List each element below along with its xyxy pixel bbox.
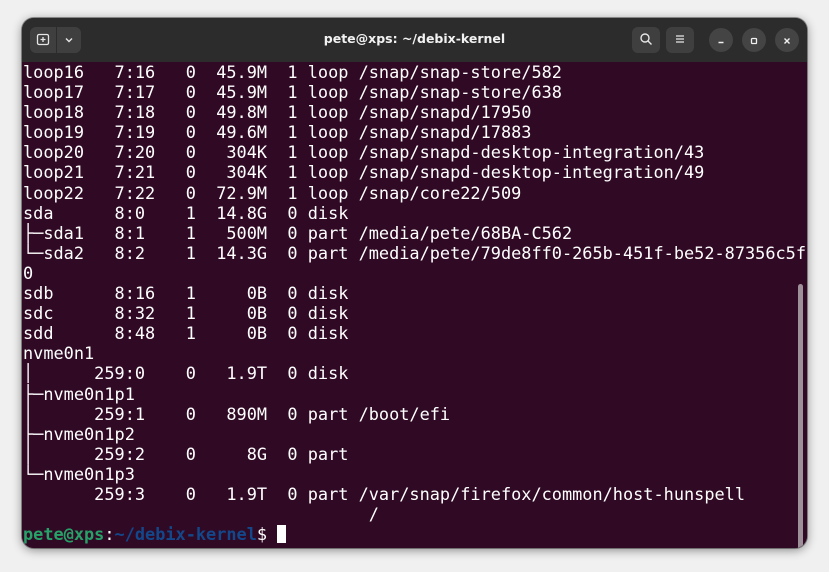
maximize-button[interactable] bbox=[742, 28, 766, 52]
terminal-line: loop22 7:22 0 72.9M 1 loop /snap/core22/… bbox=[23, 182, 522, 203]
main-menu-button[interactable] bbox=[666, 27, 694, 53]
minimize-button[interactable] bbox=[709, 28, 733, 52]
maximize-icon bbox=[749, 31, 759, 50]
terminal-output[interactable]: loop16 7:16 0 45.9M 1 loop /snap/snap-st… bbox=[22, 62, 807, 548]
terminal-line: sda 8:0 1 14.8G 0 disk bbox=[23, 202, 349, 223]
terminal-line: nvme0n1 bbox=[23, 343, 95, 364]
terminal-line: / bbox=[23, 504, 379, 525]
scrollbar[interactable] bbox=[798, 284, 803, 548]
titlebar: pete@xps: ~/debix-kernel bbox=[22, 18, 807, 62]
terminal-window: pete@xps: ~/debix-kernel loop16 7:16 0 4… bbox=[22, 18, 807, 548]
terminal-line: loop18 7:18 0 49.8M 1 loop /snap/snapd/1… bbox=[23, 102, 532, 123]
minimize-icon bbox=[716, 31, 726, 50]
terminal-line: sdc 8:32 1 0B 0 disk bbox=[23, 303, 349, 324]
prompt-colon: : bbox=[104, 524, 115, 545]
search-icon bbox=[639, 31, 653, 50]
terminal-line: loop19 7:19 0 49.6M 1 loop /snap/snapd/1… bbox=[23, 122, 532, 143]
terminal-line: 259:3 0 1.9T 0 part /var/snap/firefox/co… bbox=[23, 483, 746, 504]
terminal-line: sdb 8:16 1 0B 0 disk bbox=[23, 283, 349, 304]
terminal-line: ├─nvme0n1p2 bbox=[23, 423, 135, 444]
terminal-line: loop17 7:17 0 45.9M 1 loop /snap/snap-st… bbox=[23, 82, 562, 103]
terminal-line: sdd 8:48 1 0B 0 disk bbox=[23, 323, 349, 344]
terminal-line: ├─nvme0n1p1 bbox=[23, 383, 135, 404]
hamburger-menu-icon bbox=[673, 31, 687, 50]
terminal-line: ├─sda1 8:1 1 500M 0 part /media/pete/68B… bbox=[23, 222, 573, 243]
close-icon bbox=[782, 31, 792, 50]
prompt-symbol: $ bbox=[256, 524, 278, 545]
prompt-user-host: pete@xps bbox=[23, 524, 105, 545]
terminal-line: │ 259:1 0 890M 0 part /boot/efi bbox=[23, 403, 451, 424]
shell-prompt[interactable]: pete@xps:~/debix-kernel$ bbox=[23, 524, 807, 544]
terminal-line: └─sda2 8:2 1 14.3G 0 part /media/pete/79… bbox=[23, 242, 807, 263]
terminal-line: 0 bbox=[23, 262, 34, 283]
prompt-path: ~/debix-kernel bbox=[114, 524, 257, 545]
text-cursor bbox=[277, 525, 287, 544]
search-button[interactable] bbox=[632, 27, 660, 53]
terminal-line: loop16 7:16 0 45.9M 1 loop /snap/snap-st… bbox=[23, 62, 562, 82]
terminal-line: └─nvme0n1p3 bbox=[23, 463, 135, 484]
terminal-line: loop20 7:20 0 304K 1 loop /snap/snapd-de… bbox=[23, 142, 705, 163]
terminal-line: │ 259:0 0 1.9T 0 disk bbox=[23, 363, 349, 384]
terminal-line: loop21 7:21 0 304K 1 loop /snap/snapd-de… bbox=[23, 162, 705, 183]
terminal-line: │ 259:2 0 8G 0 part bbox=[23, 443, 349, 464]
close-button[interactable] bbox=[775, 28, 799, 52]
titlebar-right-group bbox=[632, 27, 799, 53]
